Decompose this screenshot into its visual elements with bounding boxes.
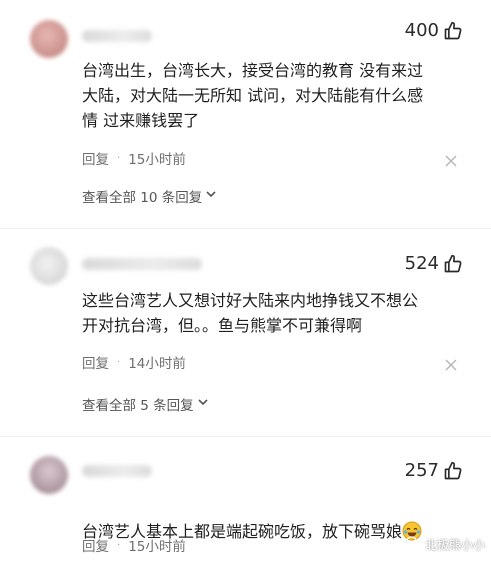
- comment-meta: 回复 · 15小时前: [82, 535, 186, 555]
- separator-dot: ·: [117, 152, 121, 164]
- avatar[interactable]: [30, 20, 68, 58]
- username-blurred[interactable]: [82, 258, 202, 270]
- comment-text: 台湾出生，台湾长大，接受台湾的教育 没有来过 大陆，对大陆一无所知 试问，对大陆…: [82, 61, 424, 130]
- view-replies-label: 查看全部 5 条回复: [82, 398, 194, 414]
- separator-dot: ·: [117, 539, 121, 551]
- watermark: 北极熊小小: [405, 535, 485, 554]
- wechat-logo-icon: [405, 535, 421, 554]
- timestamp: 14小时前: [128, 356, 186, 372]
- divider: [0, 228, 491, 229]
- comment-text: 这些台湾艺人又想讨好大陆来内地挣钱又不想公 开对抗台湾，但。。鱼与熊掌不可兼得啊: [82, 291, 419, 335]
- close-icon[interactable]: [445, 152, 457, 167]
- like-count: 257: [404, 460, 439, 481]
- view-replies-button[interactable]: 查看全部 10 条回复: [82, 186, 217, 206]
- timestamp: 15小时前: [128, 152, 186, 168]
- comment-meta: 回复 · 14小时前: [82, 352, 186, 372]
- reply-button[interactable]: 回复: [82, 535, 109, 555]
- thumbs-up-icon: [443, 254, 463, 274]
- like-button[interactable]: 257: [405, 460, 463, 481]
- username-blurred[interactable]: [82, 465, 152, 477]
- like-count: 400: [404, 20, 439, 41]
- watermark-text: 北极熊小小: [424, 538, 485, 552]
- thumbs-up-icon: [443, 21, 463, 41]
- view-replies-button[interactable]: 查看全部 5 条回复: [82, 394, 209, 414]
- view-replies-label: 查看全部 10 条回复: [82, 190, 203, 206]
- reply-button[interactable]: 回复: [82, 352, 109, 372]
- thumbs-up-icon: [443, 461, 463, 481]
- avatar[interactable]: [30, 456, 68, 494]
- comment-meta: 回复 · 15小时前: [82, 148, 186, 168]
- separator-dot: ·: [117, 356, 121, 368]
- like-button[interactable]: 400: [405, 20, 463, 41]
- like-count: 524: [404, 253, 439, 274]
- chevron-down-icon: [197, 396, 209, 412]
- avatar[interactable]: [30, 247, 68, 285]
- username-blurred[interactable]: [82, 30, 152, 42]
- like-button[interactable]: 524: [405, 253, 463, 274]
- close-icon[interactable]: [445, 356, 457, 371]
- reply-button[interactable]: 回复: [82, 148, 109, 168]
- chevron-down-icon: [205, 188, 217, 204]
- divider: [0, 436, 491, 437]
- timestamp: 15小时前: [128, 539, 186, 555]
